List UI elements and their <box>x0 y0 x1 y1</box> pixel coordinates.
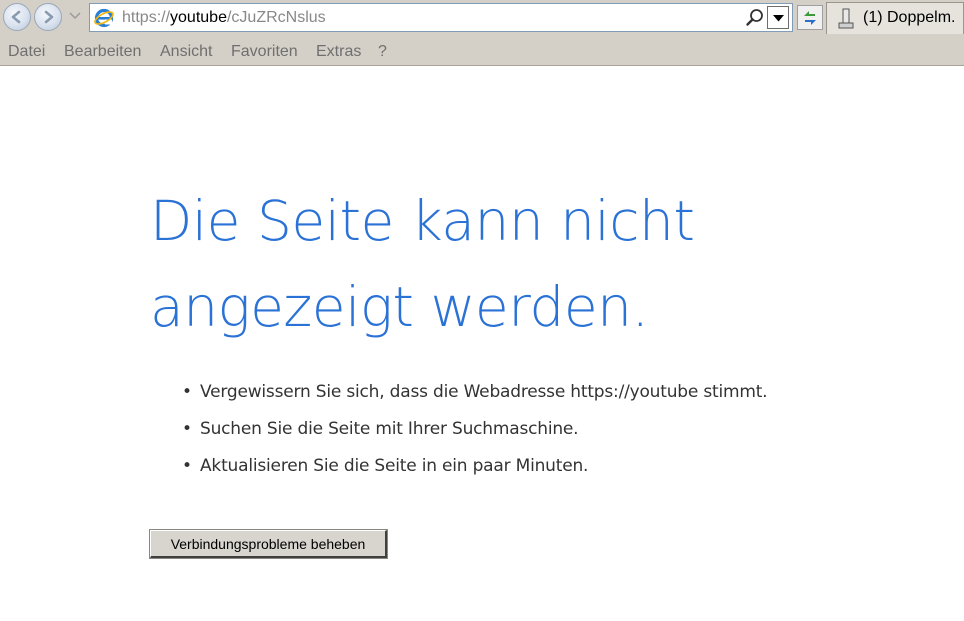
tab-title: (1) Doppelm. <box>863 9 956 26</box>
back-arrow-icon <box>11 10 21 24</box>
menu-item-ansicht[interactable]: Ansicht <box>160 43 212 61</box>
list-item: Vergewissern Sie sich, dass die Webadres… <box>182 380 768 417</box>
browser-tab[interactable]: (1) Doppelm. <box>826 2 964 34</box>
forward-button[interactable] <box>34 3 62 31</box>
menu-bar: Datei Bearbeiten Ansicht Favoriten Extra… <box>0 36 964 66</box>
menu-item-bearbeiten[interactable]: Bearbeiten <box>64 43 141 61</box>
menu-item-help[interactable]: ? <box>378 43 387 61</box>
ie-logo-icon <box>94 8 114 28</box>
tips-list: Vergewissern Sie sich, dass die Webadres… <box>182 380 768 491</box>
menu-item-datei[interactable]: Datei <box>8 43 45 61</box>
chevron-down-icon <box>773 15 784 22</box>
url-scheme: https:// <box>122 9 171 26</box>
forward-arrow-icon <box>44 10 54 24</box>
menu-item-favoriten[interactable]: Favoriten <box>231 43 298 61</box>
address-dropdown-button[interactable] <box>767 6 789 29</box>
address-bar[interactable]: https://youtube/cJuZRcNslus <box>89 3 793 32</box>
url-domain: youtube <box>170 9 227 26</box>
tab-page-icon <box>838 8 854 29</box>
list-item: Suchen Sie die Seite mit Ihrer Suchmasch… <box>182 417 767 454</box>
fix-connection-button[interactable]: Verbindungsprobleme beheben <box>149 529 388 559</box>
menu-item-extras[interactable]: Extras <box>316 43 361 61</box>
history-dropdown-icon[interactable] <box>68 11 82 20</box>
refresh-button[interactable] <box>797 5 823 30</box>
error-headline: Die Seite kann nicht angezeigt werden. <box>150 189 695 339</box>
url-text[interactable]: https://youtube/cJuZRcNslus <box>122 9 326 27</box>
refresh-icon <box>804 11 816 25</box>
browser-toolbar: https://youtube/cJuZRcNslus (1) Doppelm. <box>0 0 964 36</box>
url-path: /cJuZRcNslus <box>226 9 326 26</box>
list-item: Aktualisieren Sie die Seite in ein paar … <box>182 454 767 491</box>
back-button[interactable] <box>3 3 31 31</box>
search-icon[interactable] <box>745 8 765 28</box>
